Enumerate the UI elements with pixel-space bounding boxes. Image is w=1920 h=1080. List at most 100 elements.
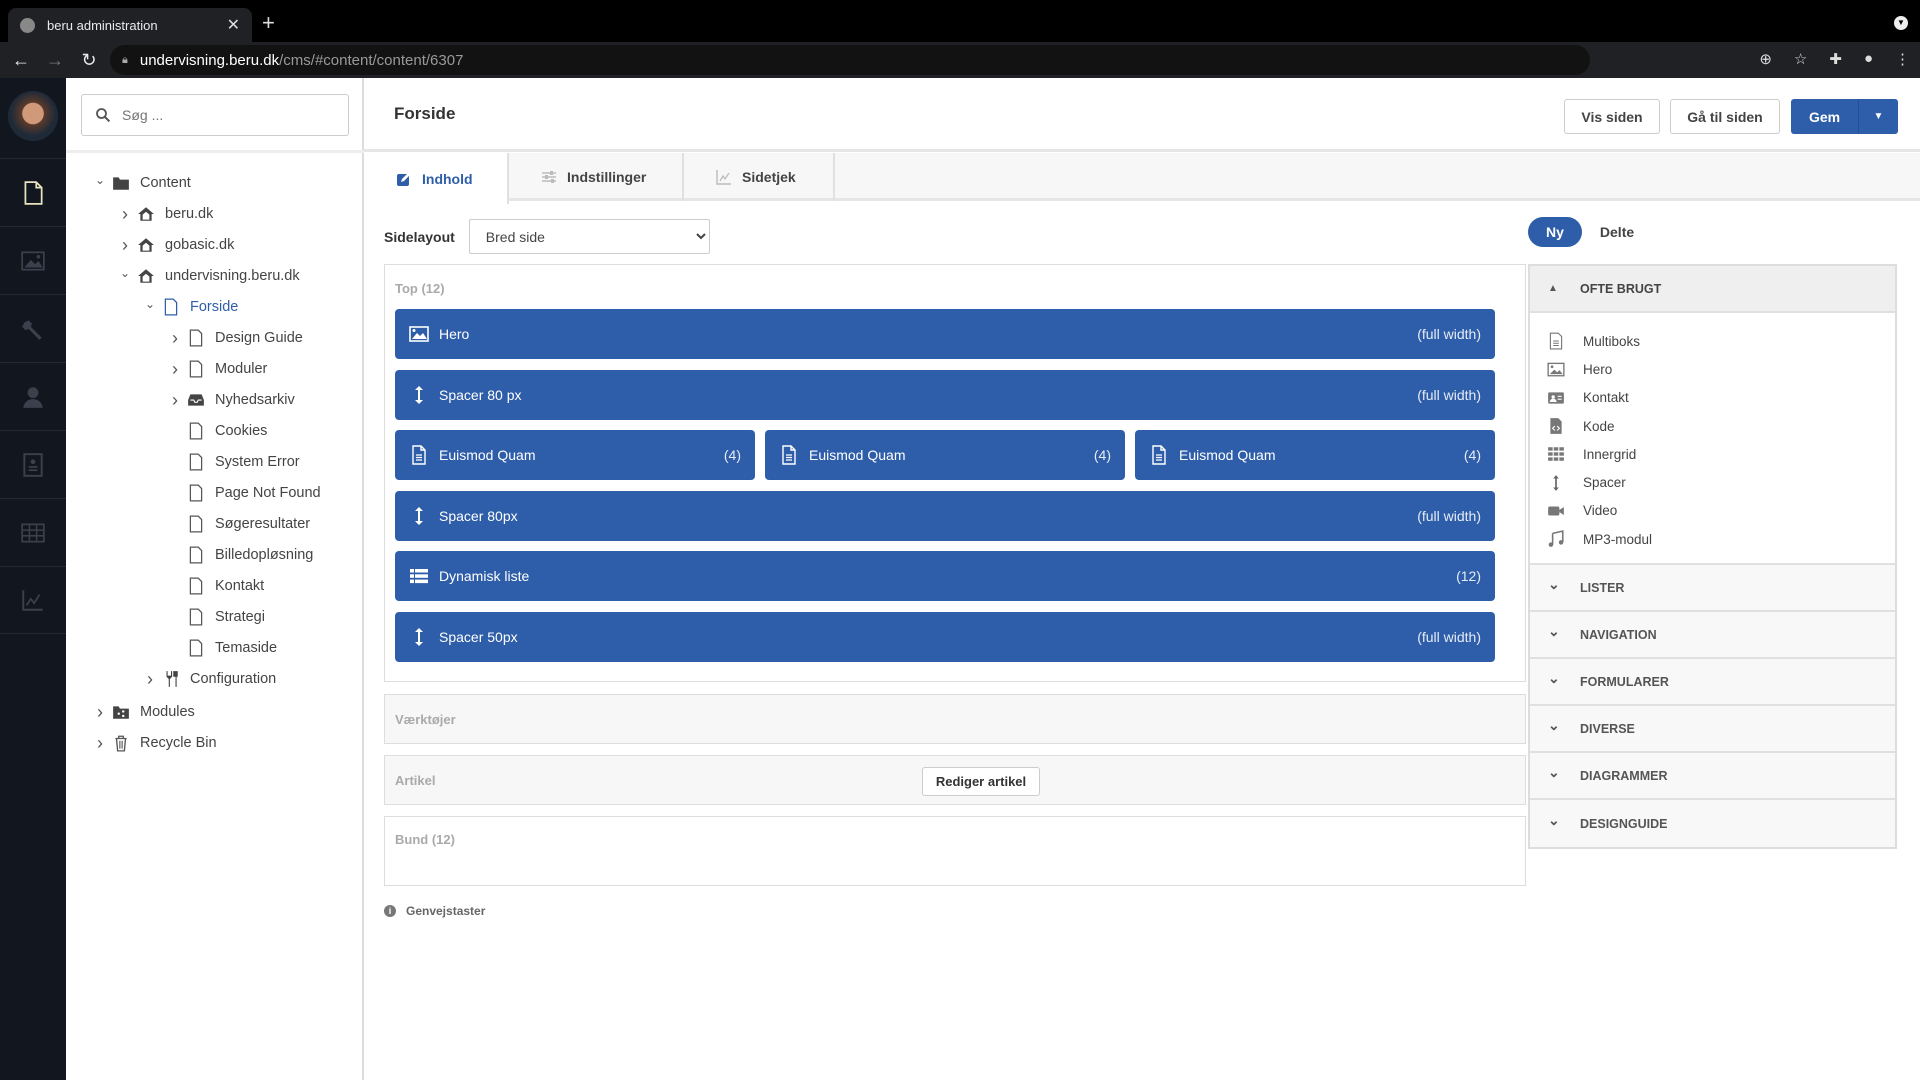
- palette-item[interactable]: Innergrid: [1530, 440, 1895, 468]
- palette-item[interactable]: Kode: [1530, 412, 1895, 440]
- palette-section[interactable]: ⌄ LISTER: [1530, 565, 1895, 613]
- content-block[interactable]: Hero (full width): [395, 309, 1495, 359]
- tree-node[interactable]: › Recycle Bin: [88, 728, 217, 758]
- new-tab-icon[interactable]: +: [262, 10, 275, 36]
- pill-ny[interactable]: Ny: [1528, 217, 1582, 247]
- tree-node[interactable]: › Configuration: [138, 664, 276, 694]
- tree-node[interactable]: ⌄ Forside: [138, 292, 238, 322]
- browser-tab-title: beru administration: [47, 17, 158, 33]
- content-block[interactable]: Dynamisk liste (12): [395, 551, 1495, 601]
- tree-node[interactable]: Cookies: [163, 416, 267, 446]
- zone-vaerktoejer[interactable]: Værktøjer: [384, 694, 1526, 744]
- rail-item-members[interactable]: [0, 430, 66, 498]
- vis-siden-button[interactable]: Vis siden: [1564, 99, 1660, 134]
- palette-section[interactable]: ⌄ DIAGRAMMER: [1530, 753, 1895, 801]
- palette-item[interactable]: Hero: [1530, 355, 1895, 383]
- reload-icon[interactable]: ↻: [76, 50, 102, 71]
- palette-item[interactable]: Multiboks: [1530, 327, 1895, 355]
- browser-menu-icon[interactable]: ⋮: [1895, 50, 1910, 68]
- block-meta: (12): [1456, 568, 1481, 584]
- page-icon: [187, 360, 205, 378]
- block-name: Spacer 80px: [439, 507, 518, 524]
- chevron-down-icon[interactable]: ⌄: [113, 266, 137, 280]
- bookmark-star-icon[interactable]: ☆: [1794, 50, 1807, 68]
- tree-search-box[interactable]: [81, 94, 349, 136]
- zoom-icon[interactable]: ⊕: [1759, 50, 1772, 68]
- chevron-right-icon[interactable]: ›: [88, 733, 112, 754]
- content-block[interactable]: Spacer 50px (full width): [395, 611, 1495, 662]
- user-avatar[interactable]: [8, 91, 58, 141]
- chevron-right-icon[interactable]: ›: [138, 669, 162, 690]
- chevron-right-icon[interactable]: ›: [113, 204, 137, 225]
- folder-icon: [112, 174, 130, 192]
- tree-node-label: Nyhedsarkiv: [215, 392, 295, 408]
- tree-node[interactable]: › beru.dk: [113, 199, 213, 229]
- tab-indstillinger[interactable]: Indstillinger: [509, 153, 684, 201]
- tree-node[interactable]: ⌄ undervisning.beru.dk: [113, 261, 300, 291]
- sidelayout-select[interactable]: Bred side: [468, 219, 710, 254]
- tree-node[interactable]: Page Not Found: [163, 478, 321, 508]
- rail-item-settings[interactable]: [0, 294, 66, 362]
- image-icon: [21, 250, 45, 271]
- tab-sidetjek[interactable]: Sidetjek: [684, 153, 835, 201]
- back-icon[interactable]: ←: [8, 50, 34, 71]
- content-block[interactable]: Spacer 80px (full width): [395, 490, 1495, 541]
- tree-node-label: Kontakt: [215, 578, 265, 594]
- chevron-right-icon[interactable]: ›: [163, 328, 187, 349]
- tree-node[interactable]: ⌄ Content: [88, 168, 191, 198]
- palette-section[interactable]: ⌄ DESIGNGUIDE: [1530, 800, 1895, 847]
- tree-node[interactable]: › Design Guide: [163, 323, 303, 353]
- close-tab-icon[interactable]: ✕: [227, 15, 240, 35]
- section-ofte-brugt[interactable]: ▲ OFTE BRUGT: [1530, 266, 1895, 313]
- palette-section[interactable]: ⌄ FORMULARER: [1530, 659, 1895, 707]
- tree-node[interactable]: › Moduler: [163, 354, 267, 384]
- tree-node[interactable]: Billedopløsning: [163, 540, 313, 570]
- rediger-artikel-button[interactable]: Rediger artikel: [922, 767, 1040, 796]
- tab-search-icon[interactable]: ▼: [1894, 16, 1908, 30]
- palette-item[interactable]: Kontakt: [1530, 384, 1895, 412]
- palette-item[interactable]: Video: [1530, 497, 1895, 525]
- extensions-icon[interactable]: ✚: [1829, 50, 1842, 68]
- rail-item-content[interactable]: [0, 158, 66, 226]
- tree-node[interactable]: Søgeresultater: [163, 509, 310, 539]
- content-block[interactable]: Spacer 80 px (full width): [395, 369, 1495, 420]
- rail-item-users[interactable]: [0, 362, 66, 430]
- tree-node[interactable]: Kontakt: [163, 571, 264, 601]
- chevron-right-icon[interactable]: ›: [113, 235, 137, 256]
- module-palette: ▲ OFTE BRUGT Multiboks Hero Kontakt Kode Inn…: [1528, 264, 1897, 850]
- shortcuts-link[interactable]: i Genvejstaster: [384, 904, 485, 918]
- tree-node[interactable]: › gobasic.dk: [113, 230, 234, 260]
- address-bar[interactable]: 🔒︎ undervisning.beru.dk/cms/#content/con…: [110, 45, 1590, 75]
- page-icon: [187, 546, 205, 564]
- rail-item-data[interactable]: [0, 498, 66, 566]
- chevron-down-icon[interactable]: ⌄: [88, 173, 112, 187]
- tree-node[interactable]: System Error: [163, 447, 300, 477]
- pill-delte[interactable]: Delte: [1582, 217, 1652, 247]
- chevron-right-icon[interactable]: ›: [88, 702, 112, 723]
- tree-node[interactable]: › Nyhedsarkiv: [163, 385, 295, 415]
- gem-button[interactable]: Gem: [1791, 99, 1859, 134]
- tree-node[interactable]: Strategi: [163, 602, 265, 632]
- chevron-right-icon[interactable]: ›: [163, 359, 187, 380]
- gaa-til-siden-button[interactable]: Gå til siden: [1670, 99, 1780, 134]
- content-block[interactable]: Euismod Quam (4): [765, 430, 1125, 480]
- gem-dropdown-caret-icon[interactable]: ▼: [1859, 99, 1898, 134]
- tree-node[interactable]: › Modules: [88, 697, 195, 727]
- zone-bund[interactable]: Bund (12): [384, 816, 1526, 886]
- palette-section[interactable]: ⌄ DIVERSE: [1530, 706, 1895, 754]
- chevron-right-icon[interactable]: ›: [163, 390, 187, 411]
- rail-item-statistics[interactable]: [0, 566, 66, 634]
- forward-icon[interactable]: →: [42, 50, 68, 71]
- content-block[interactable]: Euismod Quam (4): [395, 430, 755, 480]
- rail-item-media[interactable]: [0, 226, 66, 294]
- tree-search-input[interactable]: [122, 107, 322, 123]
- tab-indhold[interactable]: Indhold: [364, 153, 509, 204]
- content-block[interactable]: Euismod Quam (4): [1135, 430, 1495, 480]
- palette-item[interactable]: Spacer: [1530, 468, 1895, 496]
- browser-tab[interactable]: beru administration ✕: [8, 8, 252, 42]
- palette-section[interactable]: ⌄ NAVIGATION: [1530, 612, 1895, 660]
- tree-node[interactable]: Temaside: [163, 633, 277, 663]
- profile-icon[interactable]: ●: [1864, 50, 1873, 68]
- chevron-down-icon[interactable]: ⌄: [138, 297, 162, 311]
- palette-item[interactable]: MP3-modul: [1530, 525, 1895, 553]
